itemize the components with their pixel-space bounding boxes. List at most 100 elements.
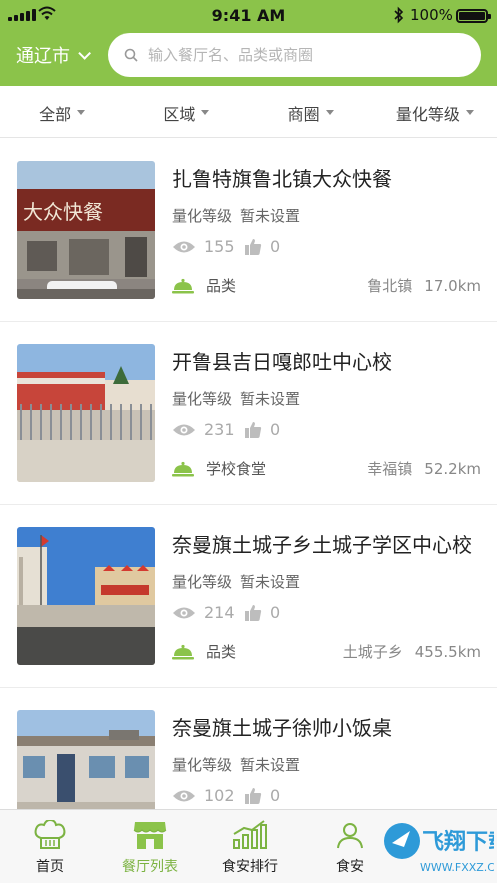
caret-down-icon bbox=[77, 110, 86, 115]
town-label: 幸福镇 bbox=[367, 460, 413, 478]
restaurant-photo: 大众快餐 bbox=[17, 161, 155, 299]
category-row: 品类 bbox=[172, 275, 236, 296]
category-label: 品类 bbox=[206, 643, 237, 661]
tab-label: 餐厅列表 bbox=[122, 859, 178, 875]
search-input[interactable] bbox=[148, 46, 448, 64]
grade-label: 量化等级 bbox=[172, 390, 233, 408]
category-label: 品类 bbox=[206, 277, 237, 295]
stats-row: 231 0 bbox=[172, 420, 310, 439]
filter-label: 商圈 bbox=[287, 104, 320, 124]
thumbs-up-icon[interactable] bbox=[244, 238, 262, 256]
like-count: 0 bbox=[270, 237, 281, 256]
grade-label: 量化等级 bbox=[172, 207, 233, 225]
category-label: 学校食堂 bbox=[206, 460, 267, 478]
restaurant-name: 扎鲁特旗鲁北镇大众快餐 bbox=[172, 167, 392, 191]
cloche-icon bbox=[172, 644, 194, 659]
restaurant-list: 大众快餐 扎鲁特旗鲁北镇大众快餐 量化等级 暂未设置 155 0 品类 鲁北镇 17… bbox=[0, 139, 497, 809]
svg-text:WWW.FXXZ.COM: WWW.FXXZ.COM bbox=[420, 861, 494, 874]
list-item[interactable]: 大众快餐 扎鲁特旗鲁北镇大众快餐 量化等级 暂未设置 155 0 品类 鲁北镇 17… bbox=[0, 139, 497, 322]
distance-label: 17.0km bbox=[424, 277, 481, 295]
chevron-down-icon bbox=[78, 46, 91, 60]
distance-label: 52.2km bbox=[424, 460, 481, 478]
eye-icon bbox=[173, 607, 195, 618]
tab-home[interactable]: 首页 bbox=[0, 810, 100, 883]
eye-icon bbox=[173, 424, 195, 435]
view-count: 102 bbox=[204, 786, 235, 805]
tab-label: 食安排行 bbox=[222, 859, 278, 875]
grade-row: 量化等级 暂未设置 bbox=[172, 754, 300, 775]
location-info: 土城子乡 455.5km bbox=[343, 641, 481, 662]
filter-area[interactable]: 区域 bbox=[124, 88, 248, 137]
battery-percent: 100% bbox=[410, 6, 453, 24]
bar-chart-icon bbox=[233, 820, 267, 849]
cloche-icon bbox=[172, 461, 194, 476]
watermark-logo: 飞翔下载 WWW.FXXZ.COM bbox=[382, 813, 497, 879]
battery-icon bbox=[456, 9, 491, 23]
caret-down-icon bbox=[325, 110, 334, 115]
stats-row: 155 0 bbox=[172, 237, 310, 256]
search-bar[interactable] bbox=[108, 33, 481, 77]
filter-label: 全部 bbox=[39, 104, 72, 124]
top-bar: 9:41 AM 100% 通辽市 bbox=[0, 0, 497, 86]
tab-label: 首页 bbox=[36, 859, 64, 875]
filter-label: 区域 bbox=[163, 104, 196, 124]
user-icon bbox=[337, 823, 363, 849]
grade-row: 量化等级 暂未设置 bbox=[172, 388, 300, 409]
restaurant-photo bbox=[17, 710, 155, 809]
town-label: 土城子乡 bbox=[342, 643, 403, 661]
svg-text:大众快餐: 大众快餐 bbox=[23, 200, 103, 224]
grade-value: 暂未设置 bbox=[240, 573, 301, 591]
city-label: 通辽市 bbox=[16, 46, 70, 67]
chef-hat-icon bbox=[34, 820, 66, 849]
filter-bar: 全部 区域 商圈 量化等级 bbox=[0, 88, 497, 138]
thumbs-up-icon[interactable] bbox=[244, 421, 262, 439]
like-count: 0 bbox=[270, 420, 281, 439]
grade-label: 量化等级 bbox=[172, 756, 233, 774]
filter-all[interactable]: 全部 bbox=[0, 88, 124, 137]
svg-text:飞翔下载: 飞翔下载 bbox=[422, 829, 494, 855]
restaurant-photo bbox=[17, 527, 155, 665]
list-item[interactable]: 奈曼旗土城子乡土城子学区中心校 量化等级 暂未设置 214 0 品类 土城子乡 45… bbox=[0, 505, 497, 688]
category-row: 学校食堂 bbox=[172, 458, 266, 479]
tab-restaurant-list[interactable]: 餐厅列表 bbox=[100, 810, 200, 883]
restaurant-name: 开鲁县吉日嘎郎吐中心校 bbox=[172, 350, 392, 374]
filter-district[interactable]: 商圈 bbox=[249, 88, 373, 137]
thumbs-up-icon[interactable] bbox=[244, 787, 262, 805]
stats-row: 214 0 bbox=[172, 603, 310, 622]
thumbs-up-icon[interactable] bbox=[244, 604, 262, 622]
view-count: 155 bbox=[204, 237, 235, 256]
grade-value: 暂未设置 bbox=[240, 207, 301, 225]
distance-label: 455.5km bbox=[414, 643, 481, 661]
location-info: 幸福镇 52.2km bbox=[367, 458, 481, 479]
town-label: 鲁北镇 bbox=[367, 277, 413, 295]
eye-icon bbox=[173, 241, 195, 252]
grade-row: 量化等级 暂未设置 bbox=[172, 205, 300, 226]
eye-icon bbox=[173, 790, 195, 801]
status-bar: 9:41 AM 100% bbox=[0, 0, 497, 32]
category-row: 品类 bbox=[172, 641, 236, 662]
filter-label: 量化等级 bbox=[395, 104, 460, 124]
grade-row: 量化等级 暂未设置 bbox=[172, 571, 300, 592]
tab-food-safety-ranking[interactable]: 食安排行 bbox=[200, 810, 300, 883]
search-icon bbox=[124, 48, 138, 62]
caret-down-icon bbox=[465, 110, 474, 115]
city-selector[interactable]: 通辽市 bbox=[16, 42, 91, 68]
cloche-icon bbox=[172, 278, 194, 293]
restaurant-photo bbox=[17, 344, 155, 482]
filter-grade[interactable]: 量化等级 bbox=[373, 88, 497, 137]
grade-value: 暂未设置 bbox=[240, 756, 301, 774]
stats-row: 102 0 bbox=[172, 786, 310, 805]
restaurant-name: 奈曼旗土城子徐帅小饭桌 bbox=[172, 716, 392, 740]
tab-label: 食安 bbox=[336, 859, 364, 875]
bluetooth-icon bbox=[394, 6, 404, 24]
list-item[interactable]: 奈曼旗土城子徐帅小饭桌 量化等级 暂未设置 102 0 bbox=[0, 688, 497, 809]
view-count: 231 bbox=[204, 420, 235, 439]
like-count: 0 bbox=[270, 786, 281, 805]
grade-value: 暂未设置 bbox=[240, 390, 301, 408]
location-info: 鲁北镇 17.0km bbox=[367, 275, 481, 296]
like-count: 0 bbox=[270, 603, 281, 622]
storefront-icon bbox=[133, 822, 167, 849]
restaurant-name: 奈曼旗土城子乡土城子学区中心校 bbox=[172, 533, 472, 557]
list-item[interactable]: 开鲁县吉日嘎郎吐中心校 量化等级 暂未设置 231 0 学校食堂 幸福镇 52.2k… bbox=[0, 322, 497, 505]
view-count: 214 bbox=[204, 603, 235, 622]
